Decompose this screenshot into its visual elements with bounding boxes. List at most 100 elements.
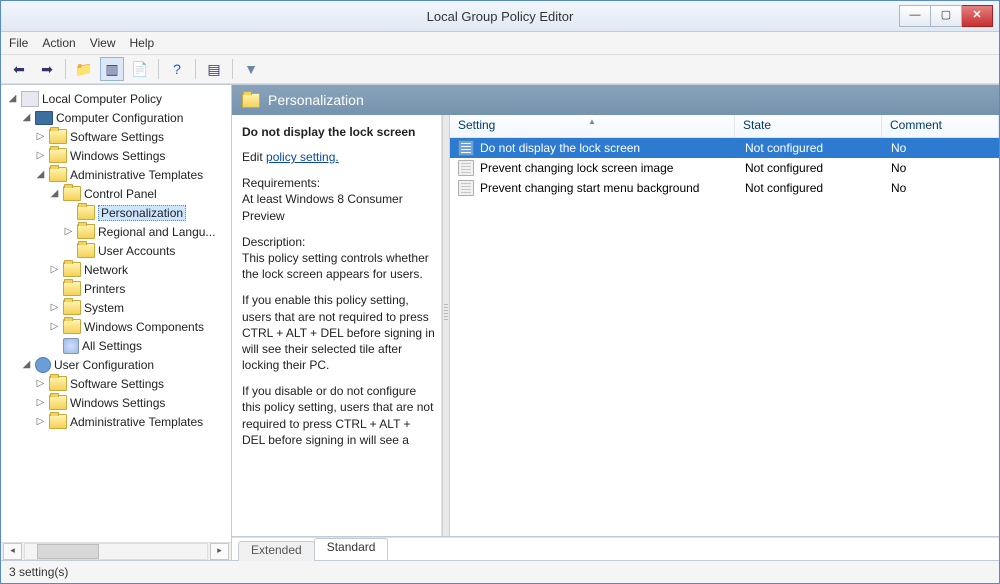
close-button[interactable]: ✕	[962, 5, 993, 27]
tree-label: Computer Configuration	[56, 111, 183, 125]
selected-setting-title: Do not display the lock screen	[242, 125, 435, 139]
menu-view[interactable]: View	[90, 36, 116, 50]
requirements-label: Requirements:	[242, 176, 320, 190]
list-body[interactable]: Do not display the lock screenNot config…	[450, 138, 999, 536]
computer-icon	[35, 111, 53, 125]
scroll-left-button[interactable]: ◂	[3, 543, 22, 560]
expander-icon[interactable]: ▷	[49, 321, 60, 332]
scroll-right-button[interactable]: ▸	[210, 543, 229, 560]
tree-printers[interactable]: ▷ Printers	[49, 279, 231, 298]
filter-button[interactable]: ▼	[239, 57, 263, 81]
description-text: This policy setting controls whether the…	[242, 251, 429, 281]
forward-button[interactable]: ➡	[35, 57, 59, 81]
folder-icon	[49, 129, 67, 144]
menu-help[interactable]: Help	[130, 36, 155, 50]
tree-all-settings[interactable]: ▷ All Settings	[49, 336, 231, 355]
tab-standard[interactable]: Standard	[314, 538, 389, 560]
expander-icon[interactable]: ▷	[63, 226, 74, 237]
cell-comment: No	[883, 181, 999, 195]
col-state-label: State	[743, 118, 771, 132]
details-body: Do not display the lock screen Edit poli…	[232, 115, 999, 537]
expander-icon[interactable]: ▷	[35, 150, 46, 161]
all-settings-icon	[63, 338, 79, 354]
export-button[interactable]: 📄	[128, 57, 152, 81]
tree-network[interactable]: ▷ Network	[49, 260, 231, 279]
expander-icon[interactable]: ▷	[35, 416, 46, 427]
tree-windows-components[interactable]: ▷ Windows Components	[49, 317, 231, 336]
folder-icon	[63, 262, 81, 277]
requirements-block: Requirements: At least Windows 8 Consume…	[242, 175, 435, 224]
expander-icon[interactable]: ◢	[21, 112, 32, 123]
tree-label: Windows Settings	[70, 149, 165, 163]
back-button[interactable]: ⬅	[7, 57, 31, 81]
properties-button[interactable]: ▤	[202, 57, 226, 81]
description-text: If you disable or do not configure this …	[242, 383, 435, 448]
arrow-right-icon: ➡	[41, 61, 53, 78]
tree-computer-configuration[interactable]: ◢ Computer Configuration	[21, 108, 231, 127]
tree-user-windows-settings[interactable]: ▷ Windows Settings	[35, 393, 231, 412]
col-setting[interactable]: ▲ Setting	[450, 115, 735, 137]
list-row[interactable]: Do not display the lock screenNot config…	[450, 138, 999, 158]
toolbar: ⬅ ➡ 📁 ▥ 📄 ? ▤ ▼	[1, 55, 999, 84]
menu-action[interactable]: Action	[42, 36, 75, 50]
scroll-track[interactable]	[24, 543, 208, 560]
edit-prefix: Edit	[242, 150, 266, 164]
expander-icon[interactable]: ◢	[35, 169, 46, 180]
tab-extended[interactable]: Extended	[238, 541, 315, 561]
cell-state: Not configured	[737, 161, 883, 175]
tree-user-administrative-templates[interactable]: ▷ Administrative Templates	[35, 412, 231, 431]
tree-software-settings[interactable]: ▷ Software Settings	[35, 127, 231, 146]
expander-icon[interactable]: ▷	[49, 264, 60, 275]
minimize-button[interactable]: —	[899, 5, 931, 27]
scroll-thumb[interactable]	[37, 544, 99, 559]
vertical-splitter[interactable]	[442, 115, 450, 536]
tree-label: Administrative Templates	[70, 415, 203, 429]
col-comment[interactable]: Comment	[882, 115, 999, 137]
edit-policy-link[interactable]: policy setting.	[266, 150, 339, 164]
menu-file[interactable]: File	[9, 36, 28, 50]
sort-asc-icon: ▲	[588, 117, 596, 126]
col-comment-label: Comment	[890, 118, 942, 132]
main-area: ◢ Local Computer Policy ◢ Computer Confi…	[1, 84, 999, 560]
tree-label: Administrative Templates	[70, 168, 203, 182]
panel-icon: ▥	[105, 61, 118, 78]
tree-windows-settings[interactable]: ▷ Windows Settings	[35, 146, 231, 165]
list-row[interactable]: Prevent changing lock screen imageNot co…	[450, 158, 999, 178]
tree-scrollbar[interactable]: ◂ ▸	[1, 542, 231, 560]
expander-icon[interactable]: ▷	[49, 302, 60, 313]
tree-label: System	[84, 301, 124, 315]
edit-policy-line: Edit policy setting.	[242, 149, 435, 165]
cell-setting: Prevent changing start menu background	[480, 181, 699, 195]
tree-regional-language[interactable]: ▷ Regional and Langu...	[63, 222, 231, 241]
expander-icon[interactable]: ◢	[21, 359, 32, 370]
folder-icon	[63, 186, 81, 201]
expander-icon[interactable]: ◢	[49, 188, 60, 199]
expander-icon[interactable]: ◢	[7, 93, 18, 104]
toolbar-separator	[232, 59, 233, 79]
tree-user-software-settings[interactable]: ▷ Software Settings	[35, 374, 231, 393]
requirements-text: At least Windows 8 Consumer Preview	[242, 192, 403, 222]
tree-root[interactable]: ◢ Local Computer Policy	[7, 89, 231, 108]
show-hide-tree-button[interactable]: ▥	[100, 57, 124, 81]
tree-personalization[interactable]: ▷ Personalization	[63, 203, 231, 222]
col-state[interactable]: State	[735, 115, 882, 137]
tree-user-accounts[interactable]: ▷ User Accounts	[63, 241, 231, 260]
tree-user-configuration[interactable]: ◢ User Configuration	[21, 355, 231, 374]
tree-system[interactable]: ▷ System	[49, 298, 231, 317]
tree-pane: ◢ Local Computer Policy ◢ Computer Confi…	[1, 85, 232, 560]
up-button[interactable]: 📁	[72, 57, 96, 81]
expander-icon[interactable]: ▷	[35, 131, 46, 142]
titlebar[interactable]: Local Group Policy Editor — ▢ ✕	[1, 1, 999, 32]
expander-icon[interactable]: ▷	[35, 397, 46, 408]
list-row[interactable]: Prevent changing start menu background No…	[450, 178, 999, 198]
help-button[interactable]: ?	[165, 57, 189, 81]
folder-icon	[77, 243, 95, 258]
folder-icon	[49, 395, 67, 410]
statusbar: 3 setting(s)	[1, 560, 999, 583]
tree-label: Windows Settings	[70, 396, 165, 410]
tree-administrative-templates[interactable]: ◢ Administrative Templates	[35, 165, 231, 184]
expander-icon[interactable]: ▷	[35, 378, 46, 389]
policy-tree[interactable]: ◢ Local Computer Policy ◢ Computer Confi…	[1, 85, 231, 542]
maximize-button[interactable]: ▢	[931, 5, 962, 27]
tree-control-panel[interactable]: ◢ Control Panel	[49, 184, 231, 203]
